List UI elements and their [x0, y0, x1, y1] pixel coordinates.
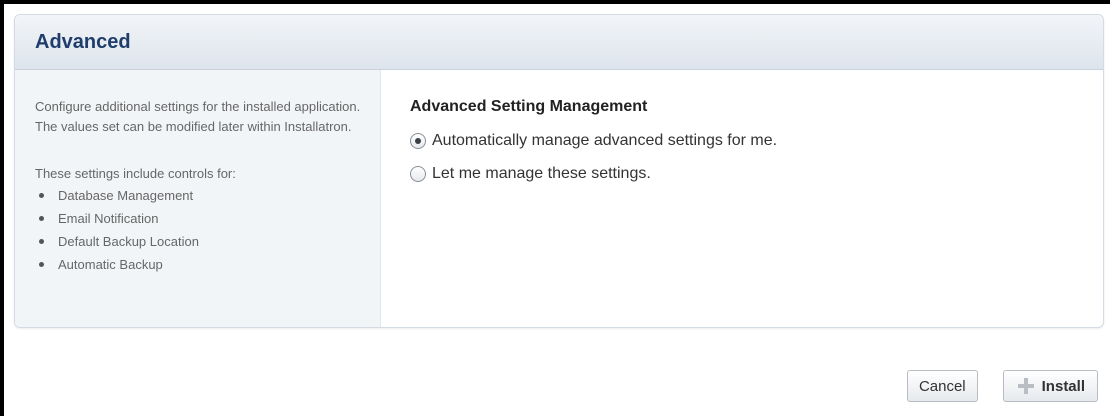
- list-item: Automatic Backup: [39, 253, 366, 276]
- settings-heading: Advanced Setting Management: [410, 98, 648, 115]
- sidebar-description: Configure additional settings for the in…: [35, 99, 361, 134]
- bullet-icon: [39, 216, 44, 221]
- option-manual-manage[interactable]: Let me manage these settings.: [410, 163, 1103, 185]
- list-item-label: Default Backup Location: [58, 233, 199, 249]
- install-button-label: Install: [1041, 377, 1085, 395]
- advanced-panel: Advanced Configure additional settings f…: [14, 14, 1104, 328]
- list-item: Database Management: [39, 184, 366, 207]
- bullet-icon: [39, 239, 44, 244]
- settings-main: Advanced Setting Management Automaticall…: [381, 70, 1103, 327]
- auto-manage-label[interactable]: Automatically manage advanced settings f…: [432, 132, 777, 150]
- list-item-label: Automatic Backup: [58, 256, 163, 272]
- list-item: Email Notification: [39, 207, 366, 230]
- footer-buttons: Cancel Install: [906, 370, 1098, 402]
- list-item-label: Email Notification: [58, 210, 159, 226]
- install-button[interactable]: Install: [1002, 370, 1098, 402]
- list-item: Default Backup Location: [39, 230, 366, 253]
- auto-manage-radio[interactable]: [410, 133, 426, 149]
- plus-icon: [1017, 378, 1034, 394]
- list-item-label: Database Management: [58, 187, 194, 203]
- panel-body: Configure additional settings for the in…: [15, 70, 1103, 327]
- manual-manage-radio[interactable]: [410, 166, 426, 182]
- bullet-icon: [39, 193, 44, 198]
- sidebar: Configure additional settings for the in…: [15, 70, 381, 327]
- sidebar-list-intro: These settings include controls for:: [35, 166, 236, 181]
- window-frame: Advanced Configure additional settings f…: [0, 0, 1110, 416]
- cancel-button[interactable]: Cancel: [906, 370, 978, 402]
- manual-manage-label[interactable]: Let me manage these settings.: [432, 165, 651, 183]
- panel-title: Advanced: [35, 30, 131, 53]
- bullet-icon: [39, 262, 44, 267]
- sidebar-feature-list: Database Management Email Notification D…: [39, 184, 366, 276]
- panel-header: Advanced: [15, 15, 1103, 70]
- option-auto-manage[interactable]: Automatically manage advanced settings f…: [410, 130, 1103, 152]
